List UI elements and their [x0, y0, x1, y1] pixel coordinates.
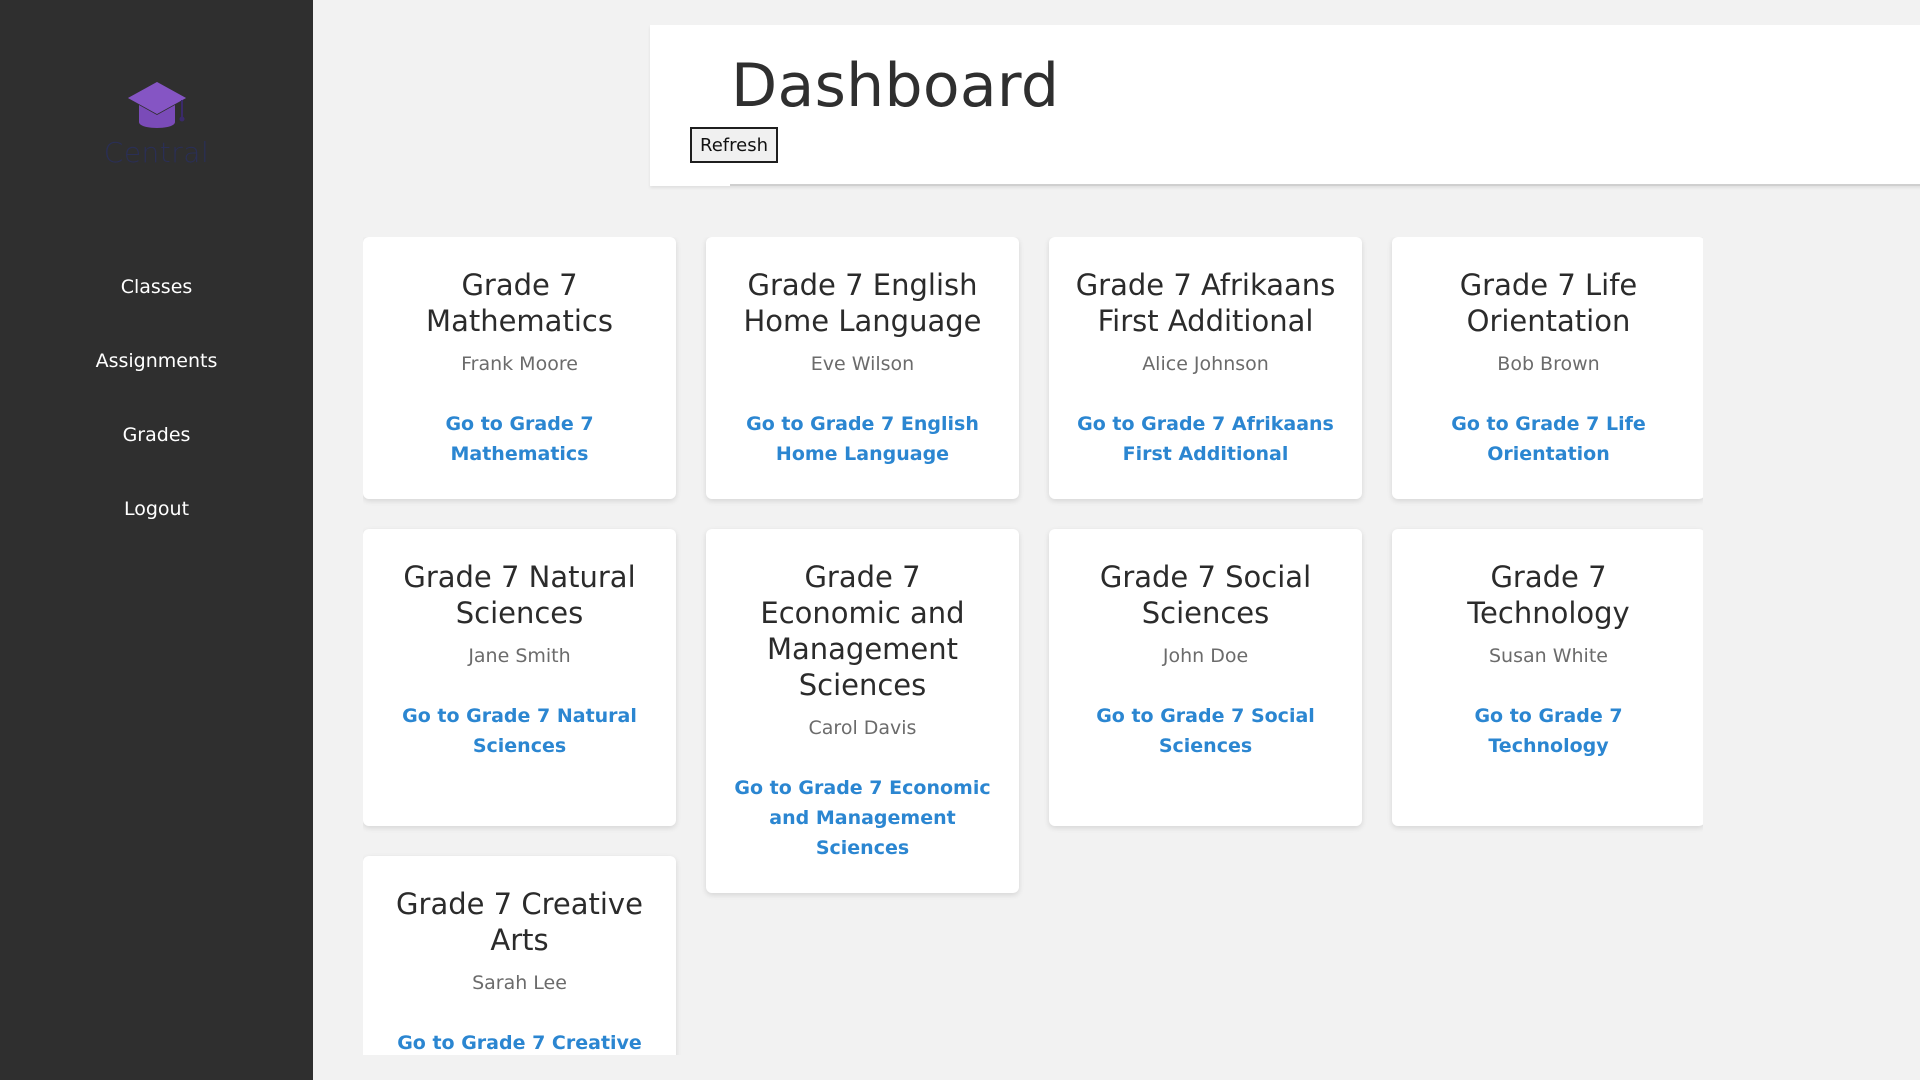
- class-teacher: Bob Brown: [1497, 353, 1600, 375]
- sidebar-item-classes[interactable]: Classes: [0, 268, 313, 342]
- class-title: Grade 7 Life Orientation: [1459, 268, 1638, 338]
- app-logo[interactable]: Central: [0, 78, 313, 169]
- class-title: Grade 7 Social Sciences: [1099, 560, 1312, 630]
- class-teacher: Eve Wilson: [810, 353, 915, 375]
- page-header: Dashboard Refresh: [650, 25, 1920, 186]
- class-card: Grade 7 Economic and Management Sciences…: [706, 529, 1019, 893]
- class-title: Grade 7 Creative Arts: [396, 887, 643, 957]
- class-title: Grade 7 Economic and Management Sciences: [760, 560, 965, 702]
- sidebar-nav: Classes Assignments Grades Logout: [0, 268, 313, 564]
- class-teacher: Alice Johnson: [1142, 353, 1269, 375]
- class-card: Grade 7 Creative Arts Sarah Lee Go to Gr…: [363, 856, 676, 1055]
- page-title: Dashboard: [731, 51, 1060, 121]
- class-teacher: Carol Davis: [808, 717, 917, 739]
- sidebar-item-logout[interactable]: Logout: [0, 490, 313, 564]
- class-cards-grid: Grade 7 Mathematics Frank Moore Go to Gr…: [363, 237, 1703, 1055]
- class-title: Grade 7 Natural Sciences: [403, 560, 636, 630]
- class-title: Grade 7 Afrikaans First Additional: [1075, 268, 1336, 338]
- refresh-button[interactable]: Refresh: [690, 127, 778, 163]
- class-teacher: Susan White: [1489, 645, 1608, 667]
- sidebar: Central Classes Assignments Grades Logou…: [0, 0, 313, 1080]
- logo-text: Central: [103, 136, 210, 169]
- class-card: Grade 7 English Home Language Eve Wilson…: [706, 237, 1019, 499]
- app-root: Central Classes Assignments Grades Logou…: [0, 0, 1920, 1080]
- class-card: Grade 7 Technology Susan White Go to Gra…: [1392, 529, 1703, 826]
- class-link[interactable]: Go to Grade 7 Economic and Management Sc…: [732, 773, 993, 863]
- header-divider: [730, 184, 1920, 186]
- class-teacher: Frank Moore: [461, 353, 578, 375]
- class-link[interactable]: Go to Grade 7 Afrikaans First Additional: [1075, 409, 1336, 469]
- class-card: Grade 7 Afrikaans First Additional Alice…: [1049, 237, 1362, 499]
- class-link[interactable]: Go to Grade 7 Social Sciences: [1075, 701, 1336, 761]
- class-link[interactable]: Go to Grade 7 Technology: [1418, 701, 1679, 761]
- class-link[interactable]: Go to Grade 7 Mathematics: [389, 409, 650, 469]
- sidebar-item-grades[interactable]: Grades: [0, 416, 313, 490]
- class-card: Grade 7 Mathematics Frank Moore Go to Gr…: [363, 237, 676, 499]
- class-title: Grade 7 Technology: [1467, 560, 1630, 630]
- graduation-cap-icon: [127, 82, 186, 128]
- class-link[interactable]: Go to Grade 7 English Home Language: [732, 409, 993, 469]
- class-link[interactable]: Go to Grade 7 Life Orientation: [1418, 409, 1679, 469]
- class-title: Grade 7 Mathematics: [426, 268, 613, 338]
- class-teacher: Sarah Lee: [472, 972, 567, 994]
- class-teacher: Jane Smith: [468, 645, 571, 667]
- class-card: Grade 7 Social Sciences John Doe Go to G…: [1049, 529, 1362, 826]
- sidebar-item-assignments[interactable]: Assignments: [0, 342, 313, 416]
- class-card: Grade 7 Life Orientation Bob Brown Go to…: [1392, 237, 1703, 499]
- class-card: Grade 7 Natural Sciences Jane Smith Go t…: [363, 529, 676, 826]
- class-link[interactable]: Go to Grade 7 Natural Sciences: [389, 701, 650, 761]
- class-link[interactable]: Go to Grade 7 Creative Arts: [389, 1028, 650, 1055]
- class-title: Grade 7 English Home Language: [743, 268, 982, 338]
- class-teacher: John Doe: [1162, 645, 1249, 667]
